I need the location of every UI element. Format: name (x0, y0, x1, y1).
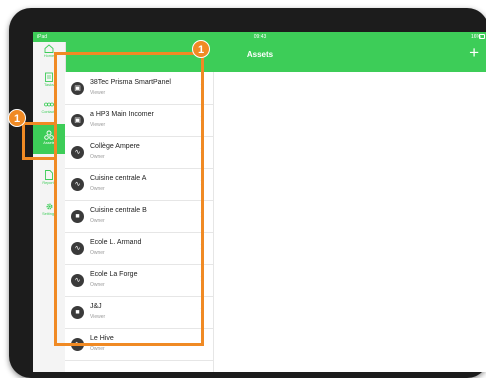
sidebar-callout-badge: 1 (8, 109, 26, 127)
clock: 09:43 (253, 34, 267, 40)
plus-icon[interactable]: + (469, 44, 479, 61)
list-callout-badge: 1 (192, 40, 210, 58)
list-highlight (54, 52, 204, 346)
sidebar-highlight (22, 122, 57, 160)
gear-icon (45, 203, 53, 210)
clipboard-icon (45, 72, 53, 82)
home-icon (44, 44, 54, 53)
reports-icon (45, 170, 53, 180)
carrier-label: iPad (37, 34, 48, 40)
asset-role: Owner (90, 346, 105, 352)
status-bar: iPad 09:43 16% (33, 32, 486, 42)
battery-icon (479, 34, 485, 39)
